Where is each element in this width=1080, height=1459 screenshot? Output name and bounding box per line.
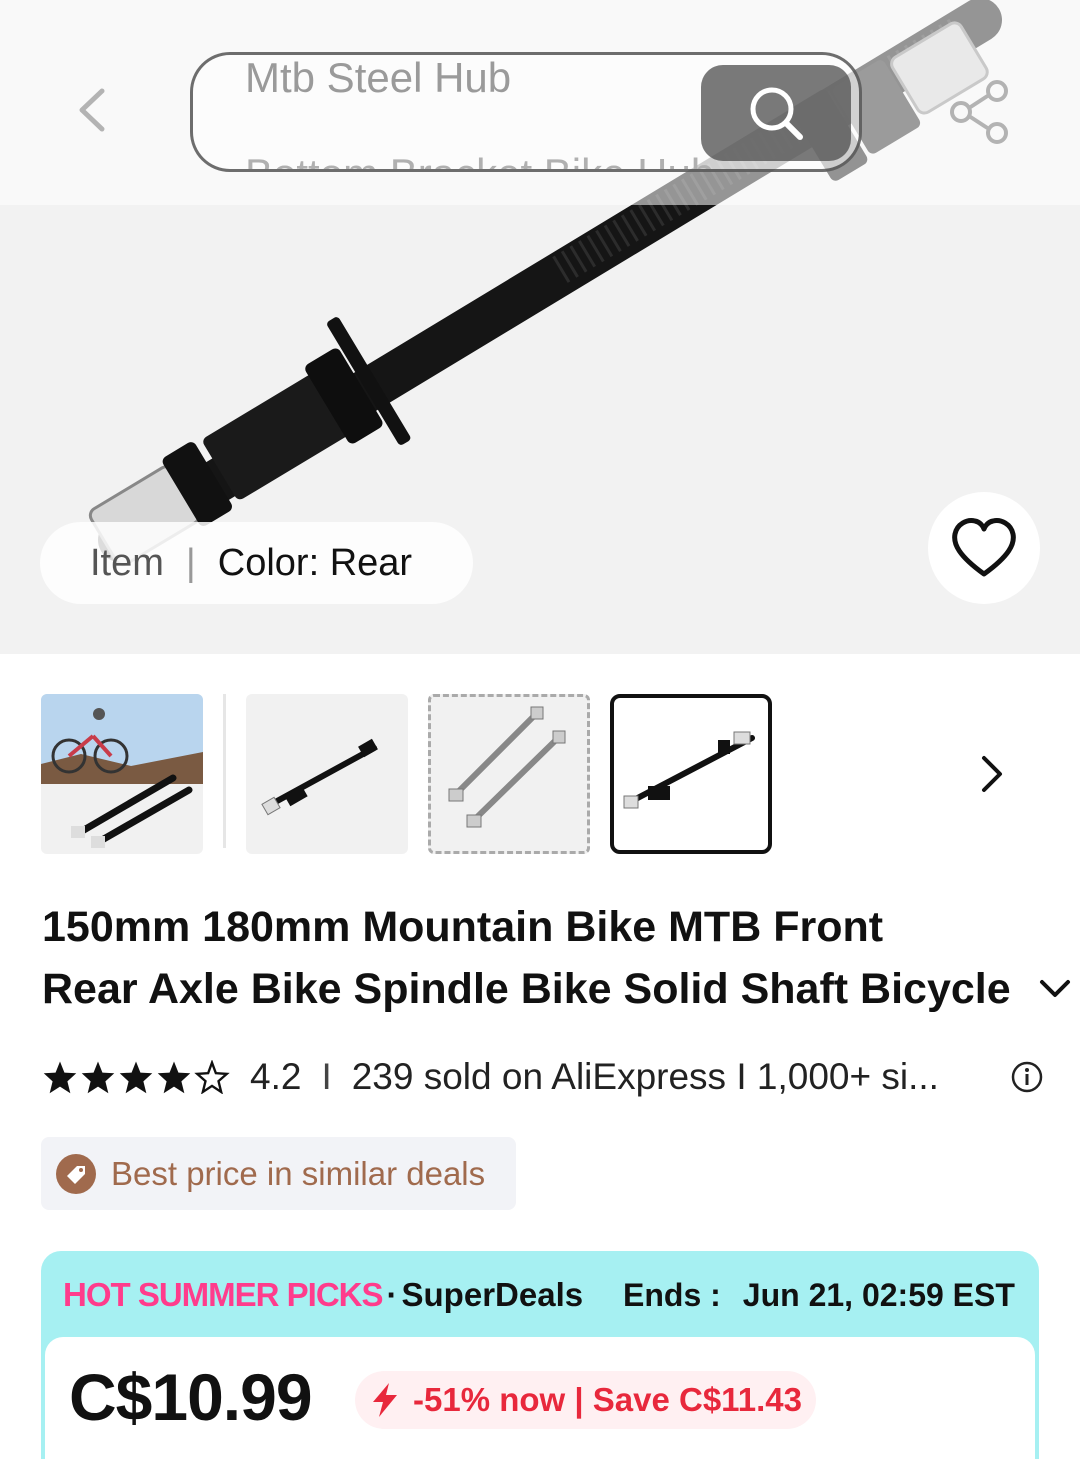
chevron-right-icon — [982, 756, 1002, 792]
thumbnail-1[interactable] — [41, 694, 203, 854]
share-icon — [950, 80, 1008, 144]
flash-icon — [373, 1383, 397, 1417]
star-outline-icon — [194, 1060, 230, 1094]
wishlist-button[interactable] — [928, 492, 1040, 604]
best-price-badge[interactable]: Best price in similar deals — [41, 1137, 516, 1210]
title-expand-button[interactable] — [1032, 966, 1078, 1012]
deal-header-dot: · — [386, 1276, 398, 1313]
product-title-line-2: Rear Axle Bike Spindle Bike Solid Shaft … — [42, 965, 1010, 1013]
star-filled-icon — [119, 1061, 153, 1094]
variant-value: Color: Rear — [217, 541, 413, 584]
thumbnail-image-axle — [261, 738, 378, 816]
search-icon — [750, 87, 803, 140]
variant-selector[interactable]: Item | Color: Rear — [40, 522, 473, 604]
deal-ends-value: Jun 21, 02:59 EST — [742, 1276, 1015, 1313]
share-button[interactable] — [935, 72, 1025, 152]
thumbnail-image-axle-pair — [448, 706, 566, 828]
price-tag-icon — [56, 1153, 96, 1194]
rating-row[interactable]: 4.2 I 239 sold on AliExpress I 1,000+ si… — [42, 1052, 1044, 1102]
deal-header: HOT SUMMER PICKS · SuperDeals — [63, 1273, 583, 1317]
rating-separator: I — [321, 1056, 332, 1097]
heart-icon — [952, 518, 1016, 577]
deal-countdown: Ends : Jun 21, 02:59 EST — [623, 1273, 1015, 1317]
thumbnail-4-selected[interactable] — [610, 694, 772, 854]
superdeals-banner[interactable]: HOT SUMMER PICKS · SuperDeals Ends : Jun… — [41, 1251, 1039, 1459]
discount-text: -51% now | Save C$11.43 — [413, 1381, 802, 1418]
rating-stars — [42, 1060, 230, 1094]
thumbnails-next-button[interactable] — [966, 744, 1016, 804]
deal-ends-label: Ends : — [623, 1276, 721, 1313]
thumbnail-3[interactable] — [428, 694, 590, 854]
hot-summer-picks-label: HOT SUMMER PICKS — [63, 1276, 384, 1313]
search-button[interactable] — [701, 65, 851, 161]
rating-value: 4.2 — [250, 1056, 302, 1097]
superdeals-label: SuperDeals — [401, 1276, 584, 1313]
price-panel: C$10.99 -51% now | Save C$11.43 — [45, 1337, 1035, 1459]
search-rotating-suggestion: Bottom Bracket Bike Hub — [245, 151, 714, 170]
thumbnail-divider — [223, 694, 226, 848]
variant-divider: | — [185, 541, 196, 584]
thumbnail-image-axle-rear — [623, 731, 755, 809]
chevron-left-icon — [79, 88, 105, 132]
search-placeholder[interactable]: Mtb Steel Hub — [245, 55, 511, 101]
best-price-text: Best price in similar deals — [111, 1154, 486, 1192]
thumbnail-image-bike-scene — [41, 694, 203, 848]
product-title-line-1: 150mm 180mm Mountain Bike MTB Front — [42, 903, 884, 951]
variant-label: Item — [90, 541, 164, 584]
product-title[interactable]: 150mm 180mm Mountain Bike MTB Front Rear… — [42, 896, 1070, 1020]
chevron-down-icon — [1040, 980, 1070, 997]
current-price: C$10.99 — [69, 1360, 313, 1434]
image-thumbnail-strip — [0, 690, 1080, 860]
product-hero[interactable]: Mtb Steel Hub Bottom Bracket Bike Hub It… — [0, 0, 1080, 654]
info-icon[interactable] — [1010, 1060, 1044, 1094]
star-filled-icon — [81, 1061, 115, 1094]
thumbnail-2[interactable] — [246, 694, 408, 854]
search-box[interactable]: Mtb Steel Hub Bottom Bracket Bike Hub — [190, 52, 862, 172]
back-button[interactable] — [60, 78, 124, 142]
discount-badge: -51% now | Save C$11.43 — [355, 1371, 816, 1429]
sold-count: 239 sold on AliExpress I 1,000+ si... — [351, 1056, 939, 1097]
star-filled-icon — [157, 1061, 191, 1094]
star-filled-icon — [43, 1061, 77, 1094]
